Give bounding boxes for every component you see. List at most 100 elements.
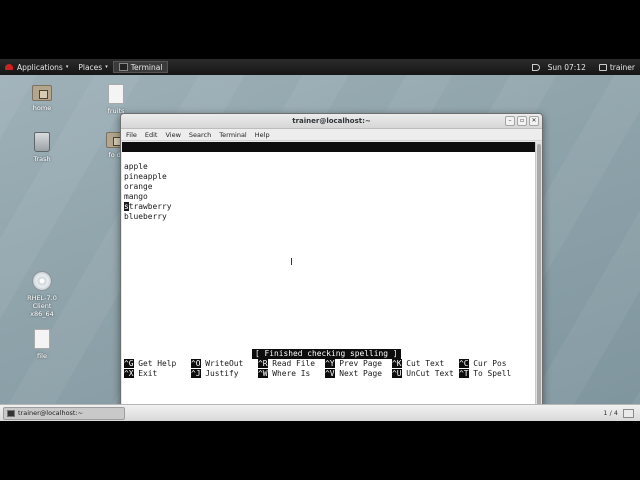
text-file-icon	[34, 329, 50, 349]
menu-terminal[interactable]: Terminal	[219, 131, 246, 139]
window-titlebar[interactable]: trainer@localhost:~ – ▫ ✕	[121, 114, 542, 129]
home-folder-icon	[32, 85, 52, 101]
menu-search[interactable]: Search	[189, 131, 211, 139]
nano-filename: File: fruits	[284, 162, 342, 171]
shortcut-label: Justify	[200, 369, 239, 378]
file-line-with-cursor: strawberry	[124, 202, 172, 212]
text-file-icon	[108, 84, 124, 104]
shortcut-to-spell: ^T To Spell	[459, 369, 511, 379]
desktop-icon-home[interactable]: home	[17, 85, 67, 112]
scrollbar-thumb[interactable]	[537, 144, 541, 421]
desktop-icon-fruits[interactable]: fruits	[91, 84, 141, 115]
terminal-icon	[118, 63, 128, 71]
shortcut-get-help: ^G Get Help	[124, 359, 176, 369]
redhat-logo-icon	[5, 64, 13, 70]
shortcut-cut-text: ^K Cut Text	[392, 359, 444, 369]
shortcut-key: ^W	[258, 369, 268, 378]
shortcut-key: ^O	[191, 359, 201, 368]
desktop-icon-label: Trash	[33, 155, 51, 163]
shortcut-label: Read File	[267, 359, 316, 368]
maximize-icon[interactable]: ▫	[517, 116, 527, 126]
shortcut-label: Exit	[133, 369, 158, 378]
shortcut-label: To Spell	[468, 369, 512, 378]
file-line: mango	[124, 192, 148, 201]
desktop-icon-rhel-disc[interactable]: RHEL-7.0 Client x86_64	[17, 271, 67, 318]
desktop-icon-label: RHEL-7.0 Client	[27, 294, 57, 310]
clock[interactable]: Sun 07:12	[543, 59, 591, 75]
desktop-icon-label: file	[37, 352, 47, 360]
shortcut-key: ^Y	[325, 359, 335, 368]
shortcut-label: Cur Pos	[468, 359, 507, 368]
bottom-panel: trainer@localhost:~ 1 / 4	[0, 404, 640, 421]
trash-icon	[34, 132, 50, 152]
menu-file[interactable]: File	[126, 131, 137, 139]
taskbar-button-label: trainer@localhost:~	[18, 409, 84, 417]
top-panel: Applications ▾ Places ▾ Terminal Sun 07:…	[0, 59, 640, 75]
optical-disc-icon	[32, 271, 52, 291]
file-line: pineapple	[124, 172, 167, 181]
desktop-icon-label: x86_64	[30, 310, 54, 318]
workspace-label: 1 / 4	[603, 409, 618, 417]
shortcut-prev-page: ^Y Prev Page	[325, 359, 382, 369]
menu-view[interactable]: View	[165, 131, 180, 139]
window-menubar: File Edit View Search Terminal Help	[121, 129, 542, 141]
shortcut-label: WriteOut	[200, 359, 244, 368]
shortcut-writeout: ^O WriteOut	[191, 359, 243, 369]
shortcut-key: ^X	[124, 369, 134, 378]
applications-label: Applications	[17, 62, 63, 72]
shortcut-label: UnCut Text	[401, 369, 454, 378]
menu-edit[interactable]: Edit	[145, 131, 158, 139]
volume-icon[interactable]	[531, 63, 540, 71]
shortcut-label: Prev Page	[334, 359, 383, 368]
shortcut-exit: ^X Exit	[124, 369, 157, 379]
dropdown-arrow-icon: ▾	[65, 64, 69, 70]
places-menu[interactable]: Places ▾	[73, 59, 112, 75]
places-label: Places	[78, 62, 103, 72]
desktop: Applications ▾ Places ▾ Terminal Sun 07:…	[0, 59, 640, 421]
desktop-icon-file[interactable]: file	[17, 329, 67, 360]
terminal-scrollbar[interactable]	[535, 142, 542, 421]
shortcut-key: ^C	[459, 359, 469, 368]
user-label: trainer	[609, 62, 635, 72]
file-line: orange	[124, 182, 153, 191]
desktop-icon-label: home	[32, 104, 52, 112]
shortcut-key: ^J	[191, 369, 201, 378]
clock-label: Sun 07:12	[547, 62, 586, 72]
nano-modified-flag: Modified	[484, 172, 523, 181]
shortcut-label: Cut Text	[401, 359, 445, 368]
shortcut-cur-pos: ^C Cur Pos	[459, 359, 507, 369]
dropdown-arrow-icon: ▾	[105, 64, 108, 70]
terminal-icon	[7, 409, 15, 417]
shortcut-label: Where Is	[267, 369, 311, 378]
shortcut-next-page: ^V Next Page	[325, 369, 382, 379]
menu-help[interactable]: Help	[255, 131, 270, 139]
mouse-ibeam-cursor	[291, 258, 292, 265]
applications-menu[interactable]: Applications ▾	[0, 59, 73, 75]
shortcut-key: ^R	[258, 359, 268, 368]
file-line: blueberry	[124, 212, 167, 221]
minimize-icon[interactable]: –	[505, 116, 515, 126]
shortcut-label: Next Page	[334, 369, 383, 378]
shortcut-uncut-text: ^U UnCut Text	[392, 369, 454, 379]
shortcut-label: Get Help	[133, 359, 177, 368]
window-title: trainer@localhost:~	[292, 117, 371, 125]
nano-version: GNU nano 2.3.1	[133, 152, 200, 161]
shortcut-key: ^U	[392, 369, 402, 378]
shortcut-key: ^K	[392, 359, 402, 368]
desktop-icon-trash[interactable]: Trash	[17, 132, 67, 163]
terminal-window[interactable]: trainer@localhost:~ – ▫ ✕ File Edit View…	[120, 113, 543, 421]
nano-header-bar: GNU nano 2.3.1 File: fruits Modified	[122, 142, 535, 181]
close-icon[interactable]: ✕	[529, 116, 539, 126]
nano-status-message: [ Finished checking spelling ]	[252, 349, 401, 359]
shortcut-key: ^V	[325, 369, 335, 378]
terminal-area[interactable]: GNU nano 2.3.1 File: fruits Modified app…	[122, 142, 535, 421]
user-menu[interactable]: trainer	[591, 59, 640, 75]
workspace-box-icon	[623, 408, 634, 418]
terminal-app-menu[interactable]: Terminal	[112, 61, 169, 73]
terminal-app-label: Terminal	[130, 62, 163, 72]
shortcut-where-is: ^W Where Is	[258, 369, 310, 379]
taskbar-terminal-button[interactable]: trainer@localhost:~	[3, 406, 125, 420]
file-line: apple	[124, 162, 148, 171]
shortcut-read-file: ^R Read File	[258, 359, 315, 369]
workspace-switcher[interactable]: 1 / 4	[603, 408, 634, 418]
